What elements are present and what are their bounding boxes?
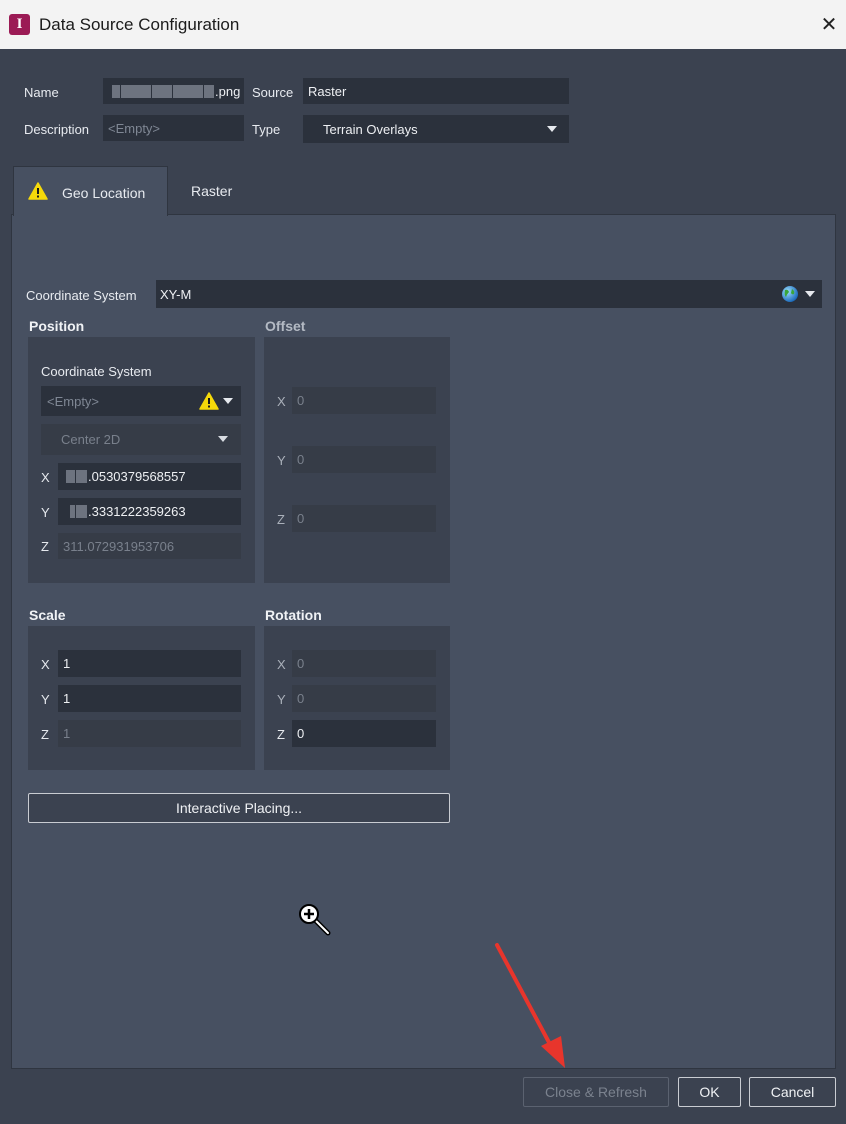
offset-z-input: 0 [292,505,436,532]
close-icon[interactable]: ✕ [812,8,846,42]
position-y-input[interactable]: .3331222359263 [58,498,241,525]
chevron-down-icon [805,291,815,297]
coordinate-system-value: XY-M [160,286,192,302]
tab-geo-location[interactable]: Geo Location [13,166,168,216]
rotation-y-input: 0 [292,685,436,712]
tab-raster[interactable]: Raster [170,166,255,216]
window-title: Data Source Configuration [39,15,240,34]
cancel-button[interactable]: Cancel [749,1077,836,1107]
position-coordinate-system-value: <Empty> [47,393,100,409]
name-value: .png [215,83,241,99]
position-x-input[interactable]: .0530379568557 [58,463,241,490]
position-y-label: Y [41,505,50,520]
title-bar: I Data Source Configuration ✕ [0,0,846,49]
coordinate-system-dropdown[interactable]: XY-M [156,280,822,308]
interactive-placing-button[interactable]: Interactive Placing... [28,793,450,823]
rotation-y-label: Y [277,692,286,707]
zoom-in-cursor-icon [299,904,331,936]
warning-icon [199,392,219,410]
type-value: Terrain Overlays [323,121,418,137]
description-label: Description [24,122,90,137]
offset-group: X 0 Y 0 Z 0 [264,337,450,583]
chevron-down-icon [547,126,557,132]
position-z-input: 311.072931953706 [58,533,241,559]
rotation-title: Rotation [265,607,322,623]
type-label: Type [252,122,281,137]
globe-icon [782,286,798,302]
warning-icon [28,182,48,200]
dialog-body: Name .png Source Raster Description <Emp… [0,49,846,1124]
position-coordinate-system-dropdown[interactable]: <Empty> [41,386,241,416]
position-x-label: X [41,470,50,485]
rotation-z-label: Z [277,727,285,742]
redacted-text [70,505,75,518]
scale-y-label: Y [41,692,50,707]
rotation-z-input[interactable]: 0 [292,720,436,747]
type-dropdown[interactable]: Terrain Overlays [303,115,569,143]
scale-z-input: 1 [58,720,241,747]
scale-x-label: X [41,657,50,672]
redacted-text [66,470,75,483]
name-label: Name [24,85,59,100]
offset-x-label: X [277,394,286,409]
scale-title: Scale [29,607,66,623]
scale-z-label: Z [41,727,49,742]
position-group: Coordinate System <Empty> Center 2D X .0… [28,337,255,583]
name-field[interactable]: .png [103,78,244,104]
tab-label: Geo Location [62,185,146,201]
description-field[interactable]: <Empty> [103,115,244,141]
tab-label: Raster [191,183,233,199]
chevron-down-icon [218,436,228,442]
ok-button[interactable]: OK [678,1077,741,1107]
position-title: Position [29,318,85,334]
redacted-text [112,84,120,98]
position-mode-value: Center 2D [61,432,121,447]
position-coordinate-system-label: Coordinate System [41,364,152,379]
offset-y-input: 0 [292,446,436,473]
scale-group: X 1 Y 1 Z 1 [28,626,255,770]
rotation-x-input: 0 [292,650,436,677]
position-mode-dropdown: Center 2D [41,424,241,455]
source-field: Raster [303,78,569,104]
offset-title: Offset [265,318,306,334]
offset-y-label: Y [277,453,286,468]
rotation-group: X 0 Y 0 Z 0 [264,626,450,770]
tab-panel-geo-location: Coordinate System XY-M Position Coordina… [11,214,836,1069]
app-icon: I [9,14,30,35]
position-z-label: Z [41,539,49,554]
offset-x-input: 0 [292,387,436,414]
coordinate-system-label: Coordinate System [26,288,137,303]
close-refresh-button: Close & Refresh [523,1077,669,1107]
chevron-down-icon [223,398,233,404]
rotation-x-label: X [277,657,286,672]
scale-x-input[interactable]: 1 [58,650,241,677]
scale-y-input[interactable]: 1 [58,685,241,712]
offset-z-label: Z [277,512,285,527]
source-label: Source [252,85,294,100]
